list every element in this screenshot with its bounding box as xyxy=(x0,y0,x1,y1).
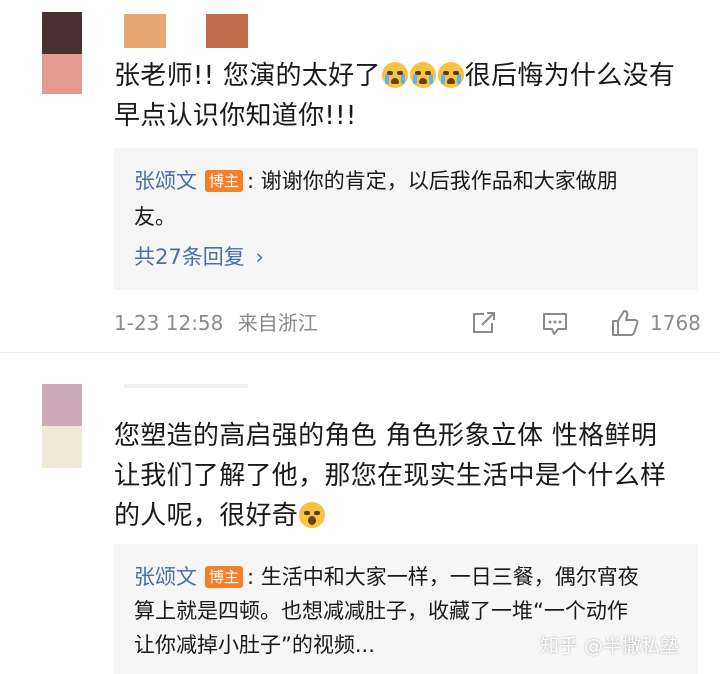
comment-text: 您塑造的高启强的角色 角色形象立体 性格鲜明 让我们了解了他，那您在现实生活中是… xyxy=(114,421,667,531)
comment-meta: 1-23 12:58 来自浙江 xyxy=(114,308,318,338)
reply-line: 让你减掉小肚子”的视频... xyxy=(134,628,375,662)
reply-line: 张颂文 博主: 生活中和大家一样，一日三餐，偶尔宵夜 xyxy=(134,560,639,594)
avatar-redacted-1[interactable] xyxy=(42,12,82,54)
chevron-right-icon: › xyxy=(255,245,264,269)
reply-line: 算上就是四顿。也想减减肚子，收藏了一堆“一个动作 xyxy=(134,594,628,628)
divider xyxy=(0,352,720,353)
watermark: 知乎 @半撒私塾 xyxy=(540,635,680,657)
crying-face-icon xyxy=(381,62,408,88)
view-replies-link[interactable]: 共27条回复 › xyxy=(134,240,264,274)
reply-text: : 谢谢你的肯定，以后我作品和大家做朋 xyxy=(247,169,618,193)
blogger-badge: 博主 xyxy=(205,170,244,192)
timestamp: 1-23 12:58 xyxy=(114,311,224,335)
avatar-redacted-1b xyxy=(42,54,82,94)
crying-face-icon xyxy=(409,62,436,88)
blogger-badge: 博主 xyxy=(205,566,244,588)
reply-text: 让你减掉小肚子”的视频... xyxy=(134,633,375,657)
username-redacted-1b xyxy=(206,14,248,48)
shocked-face-icon xyxy=(299,502,326,528)
reply-text: 算上就是四顿。也想减减肚子，收藏了一堆“一个动作 xyxy=(134,599,628,623)
comment-text: 张老师!! 您演的太好了 很后悔为什么没有 早点认识你知道你!!! xyxy=(114,61,676,131)
avatar-redacted-2[interactable] xyxy=(42,384,82,426)
reply-author[interactable]: 张颂文 xyxy=(134,169,197,193)
reply-box[interactable]: 张颂文 博主: 谢谢你的肯定，以后我作品和大家做朋 友。 共27条回复 › xyxy=(114,148,698,290)
username-redacted-1a xyxy=(124,14,166,48)
like-count: 1768 xyxy=(650,311,701,335)
reply-text: : 生活中和大家一样，一日三餐，偶尔宵夜 xyxy=(247,565,639,589)
share-icon[interactable] xyxy=(470,310,498,336)
username-redacted-2 xyxy=(124,384,248,388)
reply-author[interactable]: 张颂文 xyxy=(134,565,197,589)
reply-line: 友。 xyxy=(134,200,176,234)
crying-face-icon xyxy=(437,62,464,88)
reply-line: 张颂文 博主: 谢谢你的肯定，以后我作品和大家做朋 xyxy=(134,164,618,198)
location: 来自浙江 xyxy=(237,311,318,335)
comment-icon[interactable] xyxy=(541,310,569,338)
avatar-redacted-2b xyxy=(42,426,82,468)
thumbs-up-icon[interactable] xyxy=(610,308,640,338)
reply-text: 友。 xyxy=(134,205,176,229)
